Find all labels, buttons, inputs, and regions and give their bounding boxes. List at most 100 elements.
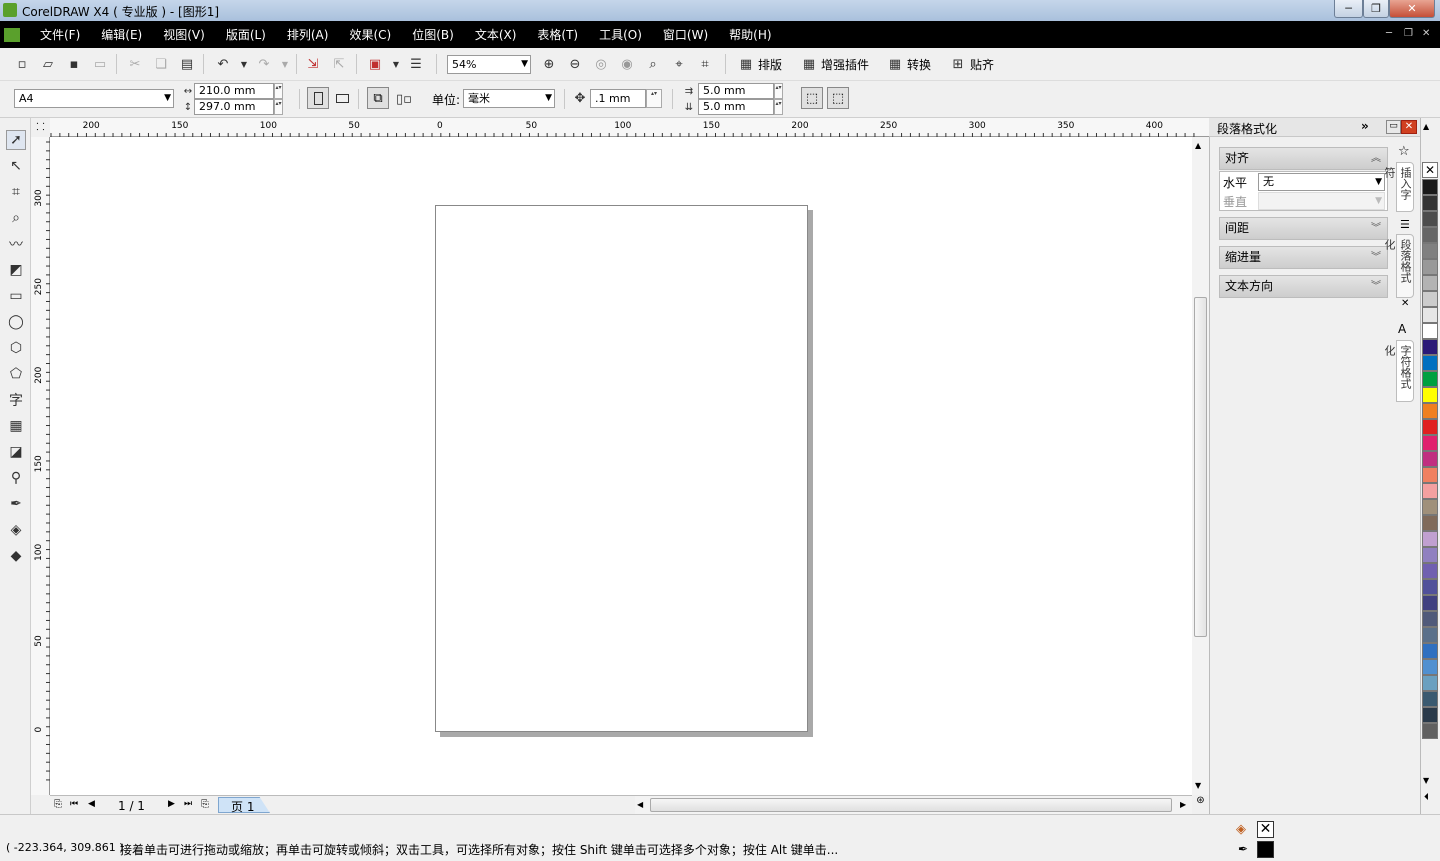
pick-tool-icon[interactable]: ➚ — [6, 130, 26, 150]
spacing-section-header[interactable]: 间距 ︾ — [1219, 217, 1388, 240]
zoom-page-icon[interactable]: ⌕ — [645, 56, 661, 72]
color-swatch[interactable] — [1422, 531, 1438, 547]
navigator-icon[interactable]: ⊛ — [1192, 795, 1209, 814]
zoom-selected-icon[interactable]: ◎ — [593, 56, 609, 72]
welcome-screen-icon[interactable]: ☰ — [408, 56, 424, 72]
palette-scroll-up-icon[interactable]: ▲ — [1423, 122, 1429, 131]
minimize-button[interactable]: ─ — [1334, 0, 1363, 18]
color-swatch[interactable] — [1422, 211, 1438, 227]
paper-height-field[interactable]: 297.0 mm — [194, 99, 274, 115]
new-icon[interactable]: ▫ — [14, 56, 30, 72]
save-icon[interactable]: ▪ — [66, 56, 82, 72]
color-swatch[interactable] — [1422, 691, 1438, 707]
indent-section-header[interactable]: 缩进量 ︾ — [1219, 246, 1388, 269]
treat-as-filled-button[interactable]: ⬚ — [801, 87, 823, 109]
last-page-icon[interactable]: ⏭ — [184, 799, 192, 809]
menu-item[interactable]: 效果(C) — [349, 26, 391, 43]
open-icon[interactable]: ▱ — [40, 56, 56, 72]
all-pages-button[interactable]: ⧉ — [367, 87, 389, 109]
cut-icon[interactable]: ✂ — [127, 56, 143, 72]
menu-item[interactable]: 表格(T) — [537, 26, 578, 43]
color-swatch[interactable] — [1422, 515, 1438, 531]
color-swatch[interactable] — [1422, 419, 1438, 435]
tab-close-icon[interactable]: ✕ — [1401, 298, 1409, 309]
horizontal-ruler[interactable]: 200 150 100 50 0 50 100 150 200 250 300 350 400 — [31, 118, 1209, 137]
enhance-plugin-button[interactable]: 增强插件 — [821, 56, 869, 73]
vertical-ruler[interactable]: 300 250 200 150 100 50 0 — [31, 137, 50, 795]
fill-tool-icon[interactable]: ◈ — [6, 520, 26, 540]
color-swatch[interactable] — [1422, 275, 1438, 291]
add-page-icon[interactable]: ⎘ — [54, 799, 62, 810]
paper-width-field[interactable]: 210.0 mm — [194, 83, 274, 99]
paper-width-stepper[interactable]: ▴▾ — [274, 83, 283, 99]
color-swatch[interactable] — [1422, 707, 1438, 723]
current-page-icon[interactable]: ▯▫ — [396, 91, 412, 107]
color-swatch[interactable] — [1422, 227, 1438, 243]
color-swatch[interactable] — [1422, 387, 1438, 403]
scroll-left-icon[interactable]: ◀ — [637, 800, 643, 809]
import-icon[interactable]: ⇲ — [305, 56, 321, 72]
edit-options-button[interactable]: ⬚ — [827, 87, 849, 109]
ellipse-tool-icon[interactable]: ◯ — [6, 312, 26, 332]
launcher-dropdown-icon[interactable]: ▼ — [388, 56, 404, 72]
color-swatch[interactable] — [1422, 259, 1438, 275]
first-page-icon[interactable]: ⏮ — [70, 799, 78, 809]
menu-item[interactable]: 帮助(H) — [729, 26, 771, 43]
application-launcher-icon[interactable]: ▣ — [367, 56, 383, 72]
align-section-header[interactable]: 对齐 ︽ — [1219, 147, 1388, 170]
menu-item[interactable]: 编辑(E) — [101, 26, 142, 43]
zoom-height-icon[interactable]: ⌗ — [697, 56, 713, 72]
docker-expand-icon[interactable]: » — [1361, 119, 1369, 133]
restore-button[interactable]: ❐ — [1363, 0, 1389, 18]
color-swatch[interactable] — [1422, 499, 1438, 515]
paste-icon[interactable]: ▤ — [179, 56, 195, 72]
color-swatch[interactable] — [1422, 723, 1438, 739]
outline-tool-icon[interactable]: ✒ — [6, 494, 26, 514]
vertical-scroll-thumb[interactable] — [1194, 297, 1207, 637]
docker-minimize-icon[interactable]: ▭ — [1386, 120, 1401, 134]
copy-icon[interactable]: ❏ — [153, 56, 169, 72]
color-swatch[interactable] — [1422, 483, 1438, 499]
zoom-all-icon[interactable]: ◉ — [619, 56, 635, 72]
scroll-down-icon[interactable]: ▼ — [1195, 781, 1201, 790]
undo-dropdown-icon[interactable]: ▼ — [236, 56, 252, 72]
no-color-swatch[interactable]: ✕ — [1422, 162, 1438, 178]
polygon-tool-icon[interactable]: ⬡ — [6, 338, 26, 358]
redo-dropdown-icon[interactable]: ▼ — [277, 56, 293, 72]
nudge-stepper[interactable]: ▴▾ — [646, 89, 662, 108]
color-swatch[interactable] — [1422, 643, 1438, 659]
interactive-blend-tool-icon[interactable]: ◪ — [6, 442, 26, 462]
duplicate-x-field[interactable]: 5.0 mm — [698, 83, 774, 99]
unit-combo[interactable]: 毫米 ▼ — [463, 89, 555, 108]
zoom-tool-icon[interactable]: ⌕ — [6, 208, 26, 228]
color-swatch[interactable] — [1422, 451, 1438, 467]
menu-item[interactable]: 位图(B) — [412, 26, 454, 43]
color-swatch[interactable] — [1422, 563, 1438, 579]
fill-none-swatch[interactable]: ✕ — [1257, 821, 1274, 838]
paper-type-combo[interactable]: A4 ▼ — [14, 89, 174, 108]
menu-item[interactable]: 窗口(W) — [663, 26, 708, 43]
doc-restore-icon[interactable]: ❐ — [1404, 29, 1414, 39]
doc-minimize-icon[interactable]: ─ — [1386, 29, 1396, 39]
zoom-width-icon[interactable]: ⌖ — [671, 56, 687, 72]
horizontal-align-combo[interactable]: 无 ▼ — [1258, 173, 1385, 191]
previous-page-icon[interactable]: ◀ — [88, 799, 95, 809]
document-page[interactable] — [435, 205, 808, 732]
tab-insert-character[interactable]: 插入字符 — [1383, 162, 1414, 212]
convert-button[interactable]: 转换 — [907, 56, 931, 73]
horizontal-scroll-thumb[interactable] — [650, 798, 1172, 812]
color-swatch[interactable] — [1422, 179, 1438, 195]
color-swatch[interactable] — [1422, 291, 1438, 307]
print-icon[interactable]: ▭ — [92, 56, 108, 72]
color-swatch[interactable] — [1422, 371, 1438, 387]
export-icon[interactable]: ⇱ — [331, 56, 347, 72]
color-swatch[interactable] — [1422, 595, 1438, 611]
color-swatch[interactable] — [1422, 547, 1438, 563]
color-swatch[interactable] — [1422, 611, 1438, 627]
tab-character-format[interactable]: 字符格式化 — [1383, 340, 1414, 402]
zoom-out-icon[interactable]: ⊖ — [567, 56, 583, 72]
duplicate-y-field[interactable]: 5.0 mm — [698, 99, 774, 115]
snap-button[interactable]: 贴齐 — [970, 56, 994, 73]
undo-icon[interactable]: ↶ — [215, 56, 231, 72]
close-button[interactable]: ✕ — [1389, 0, 1435, 18]
